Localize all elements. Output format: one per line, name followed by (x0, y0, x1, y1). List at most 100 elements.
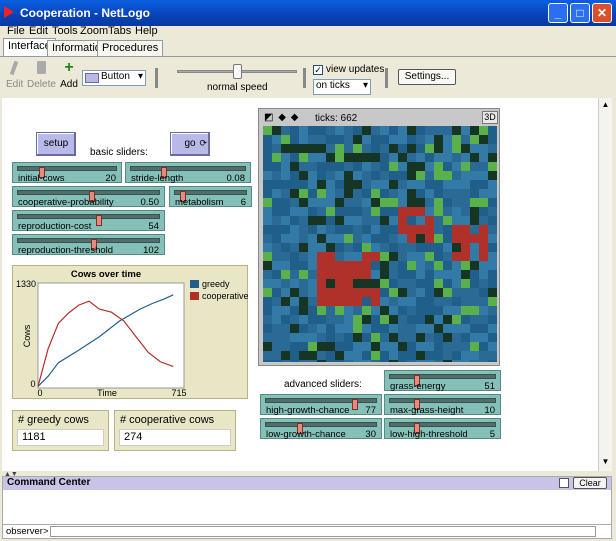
clear-button[interactable]: Clear (573, 477, 607, 489)
edit-tool[interactable]: Edit (6, 60, 24, 90)
view-controls-icon[interactable]: ◩ ◆ ◆ (264, 112, 299, 123)
speed-slider-thumb[interactable] (233, 64, 242, 79)
max-grass-height-slider[interactable]: max-grass-height 10 (384, 394, 501, 416)
go-label: go (184, 138, 196, 149)
update-mode-value: on ticks (316, 80, 350, 91)
pencil-icon (9, 60, 19, 76)
chevron-down-icon: ▾ (362, 80, 368, 91)
stride-length-value: 0.08 (226, 173, 246, 184)
reproduction-cost-label: reproduction-cost (18, 221, 92, 232)
cows-over-time-plot: Cows over time 1330 0 Cows 0 Time 715 gr… (12, 265, 249, 399)
add-label: Add (60, 79, 78, 90)
chevron-down-icon: ▾ (137, 71, 143, 82)
x-tick-max: 715 (171, 388, 186, 398)
advanced-sliders-label: advanced sliders: (284, 379, 362, 390)
toolbar-separator (385, 68, 388, 88)
greedy-cows-value: 1181 (17, 429, 104, 446)
menu-tabs[interactable]: Tabs (108, 25, 131, 37)
command-input-row: observer> (3, 524, 611, 538)
observer-prompt: observer> (6, 526, 49, 537)
high-growth-chance-slider[interactable]: high-growth-chance 77 (260, 394, 382, 416)
cooperative-cows-value: 274 (119, 429, 231, 446)
initial-cows-slider[interactable]: initial-cows 20 (12, 162, 122, 184)
scroll-down-icon[interactable]: ▼ (600, 457, 611, 469)
update-mode-select[interactable]: on ticks ▾ (313, 79, 371, 95)
legend-cooperative: cooperative (202, 291, 249, 301)
menu-edit[interactable]: Edit (29, 25, 48, 37)
minimize-button[interactable]: _ (548, 3, 568, 23)
interface-canvas: setup basic sliders: go ⟳ initial-cows 2… (2, 98, 598, 471)
plus-icon: + (64, 59, 74, 76)
plot-title: Cows over time (71, 269, 141, 280)
cooperative-cows-monitor: # cooperative cows 274 (114, 410, 236, 451)
command-center: Command Center Clear observer> (2, 476, 612, 539)
widget-type-select[interactable]: Button ▾ (82, 70, 146, 86)
initial-cows-value: 20 (105, 173, 116, 184)
reproduction-threshold-slider[interactable]: reproduction-threshold 102 (12, 234, 165, 256)
low-growth-chance-label: low-growth-chance (266, 429, 346, 440)
delete-label: Delete (27, 79, 56, 90)
add-tool[interactable]: + Add (59, 59, 79, 91)
low-growth-chance-slider[interactable]: low-growth-chance 30 (260, 418, 382, 440)
view-updates-checkbox[interactable]: ✓ (313, 65, 323, 75)
setup-button[interactable]: setup (36, 132, 76, 156)
scroll-up-icon[interactable]: ▲ (600, 100, 611, 112)
basic-sliders-label: basic sliders: (90, 147, 148, 158)
toolbar-separator (155, 68, 158, 88)
menu-tools[interactable]: Tools (52, 25, 78, 37)
low-high-threshold-slider[interactable]: low-high-threshold 5 (384, 418, 501, 440)
command-input[interactable] (50, 526, 596, 537)
toolbar: Edit Delete + Add Button ▾ normal speed … (0, 56, 616, 98)
maximize-button[interactable]: □ (570, 3, 590, 23)
reproduction-cost-value: 54 (148, 221, 159, 232)
x-tick-min: 0 (37, 388, 42, 398)
metabolism-slider[interactable]: metabolism 6 (169, 186, 252, 208)
initial-cows-label: initial-cows (18, 173, 65, 184)
menu-bar: File Edit Tools Zoom Tabs Help (0, 25, 616, 41)
world-view: ◩ ◆ ◆ ticks: 662 3D (258, 108, 500, 366)
legend-swatch-cooperative (190, 292, 199, 300)
go-button[interactable]: go ⟳ (170, 132, 210, 156)
close-button[interactable]: ✕ (592, 3, 612, 23)
3d-button[interactable]: 3D (482, 111, 498, 124)
toolbar-separator (303, 68, 306, 88)
view-updates-label: view updates (326, 64, 385, 75)
menu-zoom[interactable]: Zoom (80, 25, 108, 37)
detach-icon[interactable] (559, 478, 569, 488)
button-widget-icon (85, 73, 99, 83)
low-high-threshold-value: 5 (489, 429, 495, 440)
y-tick-min: 0 (30, 379, 35, 389)
window-title: Cooperation - NetLogo (20, 6, 150, 20)
command-center-header: Command Center Clear (3, 477, 611, 490)
interface-scrollbar[interactable]: ▲ ▼ (598, 98, 612, 471)
edit-label: Edit (6, 79, 24, 90)
greedy-cows-label: # greedy cows (18, 414, 89, 426)
grass-energy-value: 51 (484, 381, 495, 392)
title-bar: Cooperation - NetLogo _ □ ✕ (0, 0, 616, 26)
trash-icon (36, 61, 46, 74)
grass-energy-slider[interactable]: grass-energy 51 (384, 370, 501, 392)
reproduction-threshold-label: reproduction-threshold (18, 245, 114, 256)
reproduction-cost-slider[interactable]: reproduction-cost 54 (12, 210, 165, 232)
low-high-threshold-label: low-high-threshold (390, 429, 468, 440)
world-canvas[interactable] (263, 126, 497, 362)
metabolism-value: 6 (240, 197, 246, 208)
speed-label: normal speed (207, 82, 268, 93)
max-grass-height-value: 10 (484, 405, 495, 416)
menu-file[interactable]: File (7, 25, 25, 37)
delete-tool[interactable]: Delete (27, 61, 56, 90)
menu-help[interactable]: Help (135, 25, 158, 37)
forever-loop-icon: ⟳ (199, 138, 207, 148)
high-growth-chance-label: high-growth-chance (266, 405, 350, 416)
settings-button[interactable]: Settings... (398, 69, 456, 85)
ticks-counter: ticks: 662 (315, 113, 358, 124)
stride-length-label: stride-length (131, 173, 184, 184)
plot-area (37, 282, 185, 389)
cooperative-probability-slider[interactable]: cooperative-probability 0.50 (12, 186, 165, 208)
high-growth-chance-value: 77 (365, 405, 376, 416)
tab-procedures[interactable]: Procedures (97, 40, 164, 56)
greedy-cows-monitor: # greedy cows 1181 (12, 410, 109, 451)
y-axis-label: Cows (22, 324, 32, 347)
cooperative-probability-label: cooperative-probability (18, 197, 114, 208)
stride-length-slider[interactable]: stride-length 0.08 (125, 162, 251, 184)
